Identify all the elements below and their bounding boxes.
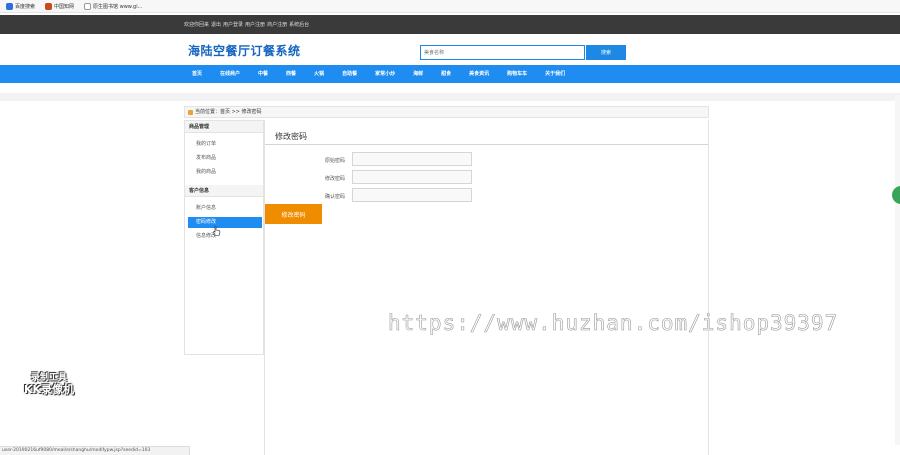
- sidebar-item-publish-goods[interactable]: 发布商品: [188, 153, 262, 164]
- hand-cursor-icon: [213, 226, 221, 236]
- welcome-text: 欢迎你回来: [184, 22, 210, 28]
- user-login-link[interactable]: 用户登录: [223, 21, 243, 28]
- breadcrumb-text: 当前位置：首页 >> 修改密码: [195, 109, 262, 115]
- bookmark-label: 中国知网: [54, 3, 75, 10]
- main-nav: 首页 在线商户 中餐 西餐 火锅 自助餐 家常小炒 海鲜 甜食 美食资讯 购物车…: [0, 65, 900, 83]
- merchant-register-link[interactable]: 商户注册: [267, 21, 287, 28]
- nav-hotpot[interactable]: 火锅: [305, 65, 333, 83]
- nav-seafood[interactable]: 海鲜: [404, 65, 432, 83]
- sidebar: 商品管理 我的订单 发布商品 我的商品 客户信息 账户信息 密码修改 信息修改: [184, 120, 264, 355]
- bookmark-baidu[interactable]: 百度搜索: [6, 2, 36, 10]
- book-icon: [45, 2, 53, 10]
- top-bar: 欢迎你回来 退出 用户登录 用户注册 商户注册 系统后台: [0, 15, 900, 34]
- sidebar-item-my-goods[interactable]: 我的商品: [188, 167, 262, 178]
- status-bar-url: user-20190216uf9080/meal/e/shanghu/modif…: [0, 446, 190, 455]
- home-icon: [188, 109, 193, 115]
- sidebar-item-account-info[interactable]: 账户信息: [188, 203, 262, 214]
- sidebar-item-change-password[interactable]: 密码修改: [188, 217, 262, 228]
- sidebar-group-goods: 商品管理: [185, 121, 263, 133]
- recorder-logo-line2: KK录像机: [23, 383, 75, 396]
- search-input[interactable]: [420, 45, 585, 60]
- confirm-password-label: 确认密码: [324, 194, 345, 200]
- nav-chinese-food[interactable]: 中餐: [249, 65, 277, 83]
- page-scrollbar[interactable]: [895, 95, 900, 445]
- floating-widget-icon[interactable]: [892, 186, 900, 204]
- bookmark-cnki[interactable]: 中国知网: [45, 2, 75, 10]
- recorder-logo: 录制工具 KK录像机: [14, 372, 84, 396]
- watermark-url: https://www.huzhan.com/ishop39397: [388, 311, 839, 336]
- original-password-label: 原始密码: [324, 158, 345, 164]
- bookmark-library[interactable]: 原生图书馆 www.gi...: [84, 2, 143, 10]
- title-divider: [265, 144, 708, 145]
- site-title: 海陆空餐厅订餐系统: [188, 44, 301, 58]
- page-icon: [84, 2, 92, 10]
- bookmark-label: 百度搜索: [15, 3, 36, 10]
- new-password-label: 修改密码: [324, 176, 345, 182]
- nav-buffet[interactable]: 自助餐: [333, 65, 366, 83]
- nav-desserts[interactable]: 甜食: [432, 65, 460, 83]
- divider-strip: [0, 93, 900, 101]
- page-title: 修改密码: [275, 132, 307, 141]
- nav-home-stirfry[interactable]: 家常小炒: [366, 65, 404, 83]
- logout-link[interactable]: 退出: [211, 21, 221, 28]
- bookmark-label: 原生图书馆 www.gi...: [93, 3, 143, 10]
- paw-icon: [6, 2, 13, 10]
- content-panel: 修改密码 原始密码 修改密码 确认密码 修改密码: [264, 120, 709, 455]
- change-password-button[interactable]: 修改密码: [265, 204, 322, 224]
- sidebar-group-customer: 客户信息: [185, 185, 263, 197]
- breadcrumb: 当前位置：首页 >> 修改密码: [184, 106, 709, 118]
- sidebar-item-edit-info[interactable]: 信息修改: [188, 231, 262, 242]
- new-password-field[interactable]: [352, 170, 472, 184]
- admin-backend-link[interactable]: 系统后台: [289, 21, 309, 28]
- user-register-link[interactable]: 用户注册: [245, 21, 265, 28]
- nav-western-food[interactable]: 西餐: [277, 65, 305, 83]
- nav-cart[interactable]: 购物车车: [498, 65, 536, 83]
- nav-home[interactable]: 首页: [183, 65, 211, 83]
- search-button[interactable]: 搜索: [586, 45, 626, 60]
- nav-about[interactable]: 关于我们: [536, 65, 574, 83]
- confirm-password-field[interactable]: [352, 188, 472, 202]
- original-password-field[interactable]: [352, 152, 472, 166]
- sidebar-item-my-orders[interactable]: 我的订单: [188, 139, 262, 150]
- bookmarks-bar: 百度搜索 中国知网 原生图书馆 www.gi...: [0, 0, 900, 13]
- nav-merchants[interactable]: 在线商户: [211, 65, 249, 83]
- nav-food-news[interactable]: 美食资讯: [460, 65, 498, 83]
